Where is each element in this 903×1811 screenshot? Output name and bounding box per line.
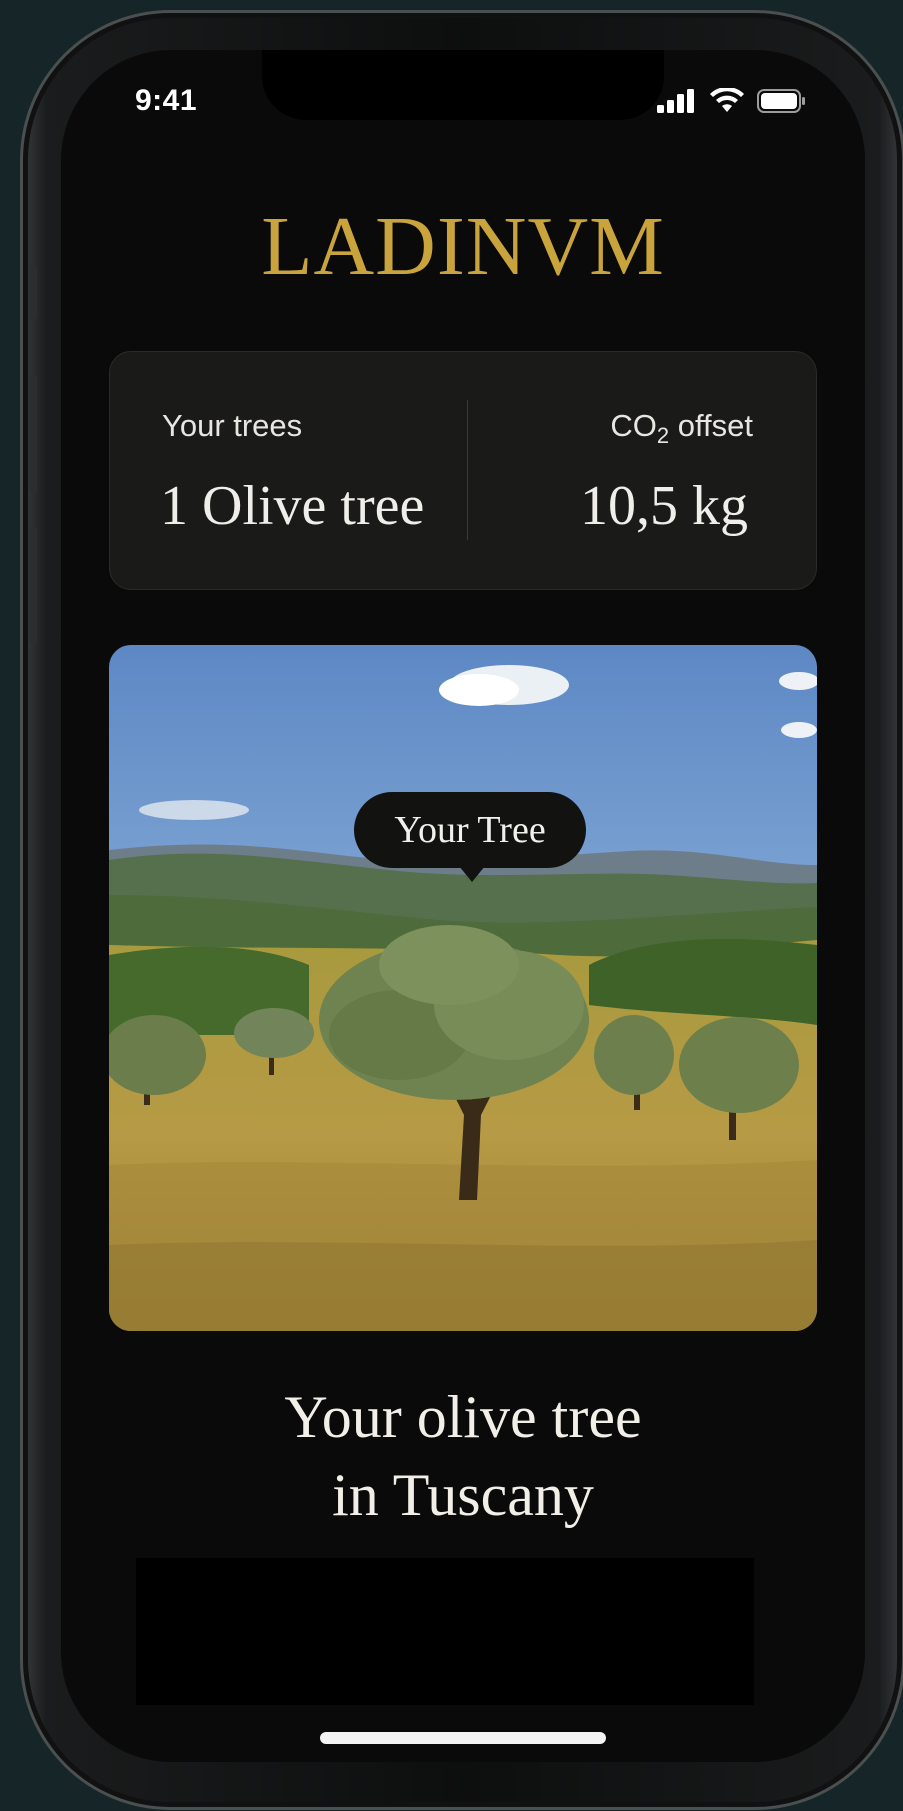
co2-label-suffix: offset [669,408,753,443]
headline: Your olive tree in Tuscany [61,1378,865,1534]
status-time: 9:41 [135,84,198,117]
headline-line-1: Your olive tree [284,1384,642,1450]
mute-switch [30,265,37,320]
your-tree-marker[interactable]: Your Tree [354,792,586,868]
battery-icon [757,89,805,113]
brand-logo: LADINVM [261,200,665,293]
co2-label: CO2 offset [610,408,753,449]
stats-divider [467,400,468,540]
trees-value: 1 Olive tree [160,475,425,537]
notch [262,50,664,120]
co2-label-prefix: CO [610,408,657,443]
co2-label-sub: 2 [656,423,670,449]
tuscany-landscape-image [109,645,817,1331]
phone-screen: 9:41 LADINVM Your trees 1 Olive tree CO2… [61,50,865,1762]
marker-pointer [459,866,485,882]
stats-card: Your trees 1 Olive tree CO2 offset 10,5 … [109,351,817,590]
volume-up-button [30,375,37,493]
headline-line-2: in Tuscany [332,1462,594,1528]
signal-icon [657,89,694,113]
volume-down-button [30,526,37,644]
co2-value: 10,5 kg [580,475,748,537]
content-placeholder [136,1558,754,1705]
wifi-icon [710,88,744,112]
tree-photo[interactable]: Your Tree [109,645,817,1331]
trees-label: Your trees [162,408,303,443]
status-icons [657,88,807,114]
home-indicator[interactable] [320,1732,606,1744]
